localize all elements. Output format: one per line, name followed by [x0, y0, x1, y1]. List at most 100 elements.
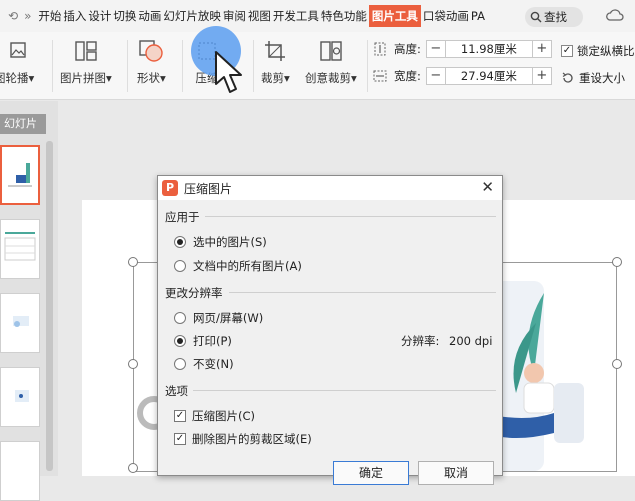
- slides-tab[interactable]: 幻灯片: [0, 114, 46, 134]
- shape-label: 形状: [137, 71, 160, 85]
- undo-icon[interactable]: ⟲: [8, 9, 18, 23]
- slide-thumbnail[interactable]: [0, 367, 40, 427]
- toolbar-divider: [127, 40, 128, 92]
- width-input[interactable]: 27.94厘米: [444, 68, 533, 84]
- height-decrement-button[interactable]: −: [427, 41, 445, 57]
- tab-insert[interactable]: 插入: [62, 0, 87, 32]
- slide-thumbnail[interactable]: [0, 145, 40, 205]
- slide-panel-scrollbar[interactable]: [46, 141, 53, 471]
- print-label: 打印(P): [193, 334, 232, 348]
- search-label: 查找: [544, 10, 567, 24]
- more-tabs-icon[interactable]: »: [24, 9, 31, 23]
- resize-handle[interactable]: [612, 257, 622, 267]
- creative-crop-label: 创意裁剪: [305, 71, 351, 85]
- tab-design[interactable]: 设计: [87, 0, 112, 32]
- height-increment-button[interactable]: +: [533, 41, 551, 57]
- mouse-cursor-icon: [215, 51, 242, 93]
- toolbar-divider: [367, 40, 368, 92]
- width-stepper[interactable]: − 27.94厘米 +: [425, 67, 552, 85]
- chevron-down-icon: ▾: [28, 71, 35, 85]
- crop-label: 裁剪: [261, 71, 284, 85]
- dpi-label: 分辨率:: [401, 334, 440, 348]
- tab-picture-tools[interactable]: 图片工具: [368, 5, 421, 27]
- dialog-title: 压缩图片: [184, 181, 233, 196]
- tab-home[interactable]: 开始: [37, 0, 62, 32]
- slide-thumbnail[interactable]: [0, 441, 40, 501]
- width-increment-button[interactable]: +: [533, 68, 551, 84]
- shape-button[interactable]: 形状▾: [137, 38, 166, 86]
- search-button[interactable]: 查找: [525, 7, 583, 27]
- apply-all-label: 文档中的所有图片(A): [193, 259, 302, 273]
- unchanged-option[interactable]: 不变(N): [174, 356, 234, 372]
- height-stepper[interactable]: − 11.98厘米 +: [425, 40, 552, 58]
- ribbon-toolbar: 图轮播▾ 图片拼图▾ 形状▾ 压缩 裁剪▾ 创意裁剪▾ 高度:: [0, 32, 635, 100]
- chevron-down-icon: ▾: [160, 71, 166, 85]
- tab-transition[interactable]: 切换: [112, 0, 137, 32]
- carousel-button[interactable]: 图轮播▾: [0, 38, 34, 86]
- cancel-button[interactable]: 取消: [418, 461, 494, 485]
- tab-features[interactable]: 特色功能: [320, 0, 368, 32]
- resize-handle[interactable]: [612, 359, 622, 369]
- wps-logo-icon: P: [162, 180, 178, 196]
- group-divider: [193, 390, 496, 391]
- apply-selected-label: 选中的图片(S): [193, 235, 267, 249]
- creative-crop-button[interactable]: 创意裁剪▾: [305, 38, 357, 86]
- tab-view[interactable]: 视图: [247, 0, 272, 32]
- apply-selected-radio[interactable]: [174, 236, 186, 248]
- delete-crop-checkbox[interactable]: ✓: [174, 433, 186, 445]
- resize-handle[interactable]: [128, 359, 138, 369]
- print-option[interactable]: 打印(P): [174, 333, 232, 349]
- tab-pa[interactable]: PA: [470, 0, 486, 32]
- apply-selected-option[interactable]: 选中的图片(S): [174, 234, 267, 250]
- dialog-title-bar[interactable]: P 压缩图片 ✕: [158, 176, 502, 200]
- apply-all-radio[interactable]: [174, 260, 186, 272]
- options-header: 选项: [165, 384, 188, 398]
- shape-icon: [137, 38, 165, 64]
- chevron-down-icon: ▾: [106, 71, 112, 85]
- tab-animation[interactable]: 动画: [137, 0, 162, 32]
- slide-panel: 幻灯片: [0, 101, 58, 501]
- print-radio[interactable]: [174, 335, 186, 347]
- compress-checkbox[interactable]: ✓: [174, 410, 186, 422]
- delete-crop-label: 删除图片的剪裁区域(E): [192, 432, 312, 446]
- tab-pocket-animation[interactable]: 口袋动画: [422, 0, 470, 32]
- compress-option[interactable]: ✓ 压缩图片(C): [174, 408, 255, 424]
- slide-thumbnail[interactable]: [0, 219, 40, 279]
- close-icon[interactable]: ✕: [481, 178, 494, 196]
- crop-button[interactable]: 裁剪▾: [261, 38, 290, 86]
- ok-button[interactable]: 确定: [333, 461, 409, 485]
- height-input[interactable]: 11.98厘米: [444, 41, 533, 57]
- resolution-readout: 分辨率: 200 dpi: [401, 333, 492, 349]
- tab-developer[interactable]: 开发工具: [272, 0, 320, 32]
- web-screen-option[interactable]: 网页/屏幕(W): [174, 310, 263, 326]
- unchanged-radio[interactable]: [174, 358, 186, 370]
- unchanged-label: 不变(N): [193, 357, 234, 371]
- apply-to-header: 应用于: [165, 210, 200, 224]
- chevron-down-icon: ▾: [351, 71, 357, 85]
- collage-label: 图片拼图: [60, 71, 106, 85]
- lock-ratio-label: 锁定纵横比: [577, 44, 635, 58]
- chevron-down-icon: ▾: [284, 71, 290, 85]
- lock-ratio-option[interactable]: ✓ 锁定纵横比: [561, 43, 635, 59]
- resize-handle[interactable]: [128, 463, 138, 473]
- toolbar-divider: [52, 40, 53, 92]
- reset-icon: [562, 72, 573, 83]
- lock-ratio-checkbox[interactable]: ✓: [561, 45, 573, 57]
- toolbar-divider: [182, 40, 183, 92]
- delete-crop-option[interactable]: ✓ 删除图片的剪裁区域(E): [174, 431, 312, 447]
- height-row: 高度: − 11.98厘米 +: [372, 40, 552, 58]
- height-label: 高度:: [394, 42, 421, 56]
- cloud-sync-icon[interactable]: [606, 8, 624, 26]
- resolution-group: 更改分辨率: [165, 285, 496, 301]
- resize-handle[interactable]: [128, 257, 138, 267]
- reset-size-button[interactable]: 重设大小: [561, 70, 625, 86]
- width-decrement-button[interactable]: −: [427, 68, 445, 84]
- web-screen-radio[interactable]: [174, 312, 186, 324]
- apply-all-option[interactable]: 文档中的所有图片(A): [174, 258, 302, 274]
- dpi-value: 200 dpi: [449, 334, 493, 348]
- picture-collage-button[interactable]: 图片拼图▾: [60, 38, 112, 86]
- apply-to-group: 应用于: [165, 209, 496, 225]
- width-row: 宽度: − 27.94厘米 +: [372, 67, 552, 85]
- slide-thumbnail[interactable]: [0, 293, 40, 353]
- web-screen-label: 网页/屏幕(W): [193, 311, 264, 325]
